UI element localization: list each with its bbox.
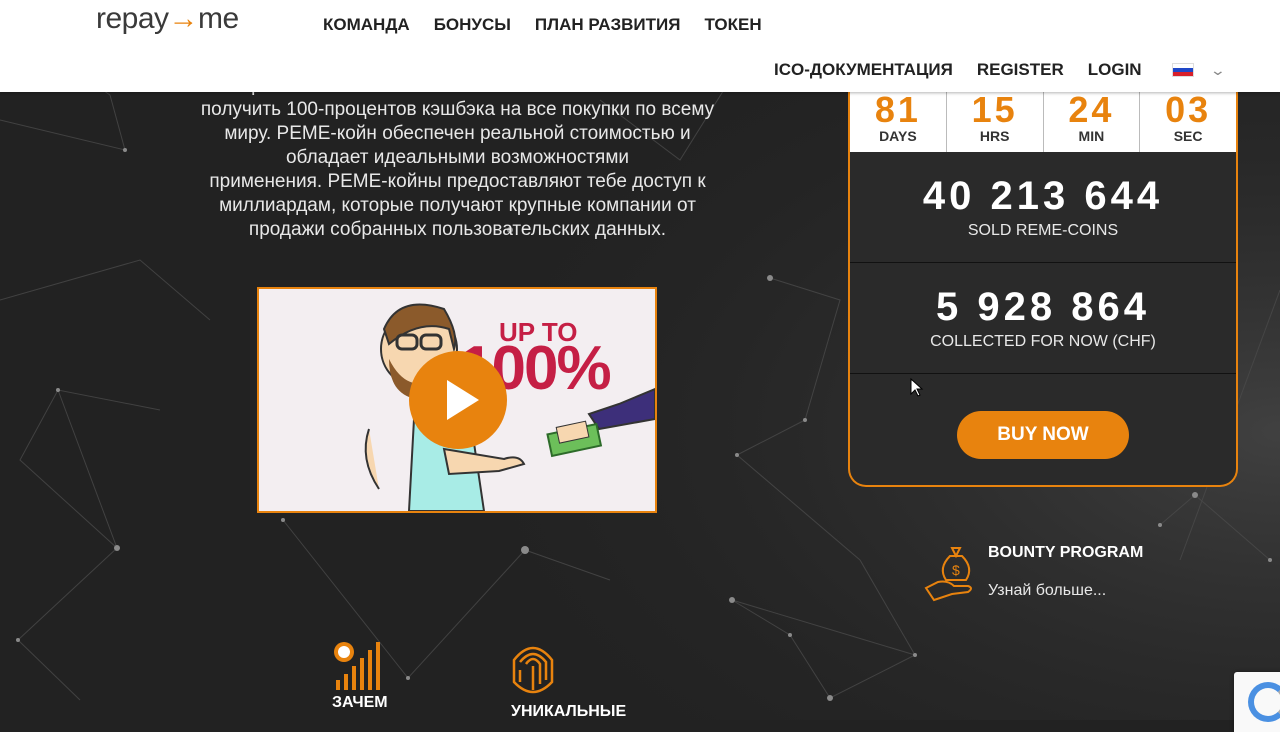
recaptcha-badge[interactable]	[1234, 672, 1280, 732]
nav-register[interactable]: REGISTER	[977, 60, 1064, 80]
countdown-value: 81	[874, 89, 921, 130]
sold-coins-label: SOLD REME-COINS	[967, 222, 1119, 239]
intro-text: Просто оплачивай PEME-койном с возможнос…	[180, 74, 735, 242]
logo-arrow-icon: →	[168, 2, 199, 35]
nav-roadmap[interactable]: ПЛАН РАЗВИТИЯ	[535, 15, 681, 35]
nav-token[interactable]: ТОКЕН	[704, 15, 761, 35]
cursor-icon	[910, 378, 924, 397]
bounty-learn-more-link[interactable]: Узнай больше...	[988, 582, 1106, 600]
logo-part-1: repay	[96, 2, 169, 35]
countdown-value: 24	[1068, 89, 1115, 130]
feature-unique-label: УНИКАЛЬНЫЕ	[511, 703, 627, 720]
play-icon[interactable]	[409, 351, 507, 449]
money-bag-hand-icon: $	[924, 547, 972, 602]
countdown-minutes: 24 MIN	[1044, 92, 1141, 152]
collected-stat: 5 928 864 COLLECTED FOR NOW (CHF)	[850, 263, 1236, 374]
collected-value: 5 928 864	[936, 285, 1150, 329]
countdown-value: 15	[971, 89, 1018, 130]
logo[interactable]: repay→me	[96, 2, 239, 36]
main-nav: КОМАНДА БОНУСЫ ПЛАН РАЗВИТИЯ ТОКЕН	[323, 15, 786, 35]
nav-ico-docs[interactable]: ICO-ДОКУМЕНТАЦИЯ	[774, 60, 953, 80]
intro-line: обладает идеальными возможностями	[285, 147, 630, 168]
intro-line: миллиардам, которые получают крупные ком…	[219, 195, 696, 216]
intro-line: миру. PEME-койн обеспечен реальной стоим…	[224, 123, 691, 144]
countdown-value: 03	[1165, 89, 1212, 130]
countdown-label: DAYS	[879, 128, 917, 144]
promo-video[interactable]: UP TO 100%	[257, 287, 657, 513]
countdown-label: MIN	[1078, 128, 1105, 144]
nav-team[interactable]: КОМАНДА	[323, 15, 410, 35]
recaptcha-icon	[1248, 682, 1280, 722]
secondary-nav: ICO-ДОКУМЕНТАЦИЯ REGISTER LOGIN ⌄	[774, 60, 1226, 80]
svg-text:$: $	[952, 562, 960, 578]
intro-line: применения. PEME-койны предоставляют теб…	[209, 171, 706, 192]
sold-coins-value: 40 213 644	[922, 174, 1164, 218]
russian-flag-icon[interactable]	[1171, 63, 1194, 77]
nav-bonuses[interactable]: БОНУСЫ	[434, 15, 511, 35]
countdown-days: 81 DAYS	[850, 92, 947, 152]
buy-now-button[interactable]: BUY NOW	[957, 411, 1129, 459]
countdown-seconds: 03 SEC	[1140, 92, 1236, 152]
countdown-timer: 81 DAYS 15 HRS 24 MIN 03 SEC	[850, 92, 1236, 152]
sold-coins-stat: 40 213 644 SOLD REME-COINS	[850, 152, 1236, 263]
growth-chart-icon	[334, 642, 380, 690]
countdown-hours: 15 HRS	[947, 92, 1044, 152]
ico-stats-card: 81 DAYS 15 HRS 24 MIN 03 SEC 40 213 644 …	[848, 92, 1238, 487]
logo-part-2: me	[198, 2, 239, 35]
intro-line: получить 100-процентов кэшбэка на все по…	[200, 99, 715, 120]
countdown-label: SEC	[1173, 128, 1203, 144]
intro-line: продажи собранных пользовательских данны…	[248, 219, 667, 240]
countdown-label: HRS	[979, 128, 1010, 144]
fingerprint-icon	[512, 646, 554, 694]
bounty-title: BOUNTY PROGRAM	[988, 544, 1144, 561]
chevron-down-icon[interactable]: ⌄	[1209, 62, 1225, 79]
feature-why-label: ЗАЧЕМ	[332, 694, 388, 711]
site-header: repay→me КОМАНДА БОНУСЫ ПЛАН РАЗВИТИЯ ТО…	[0, 0, 1280, 92]
collected-label: COLLECTED FOR NOW (CHF)	[930, 333, 1156, 350]
nav-login[interactable]: LOGIN	[1088, 60, 1142, 80]
